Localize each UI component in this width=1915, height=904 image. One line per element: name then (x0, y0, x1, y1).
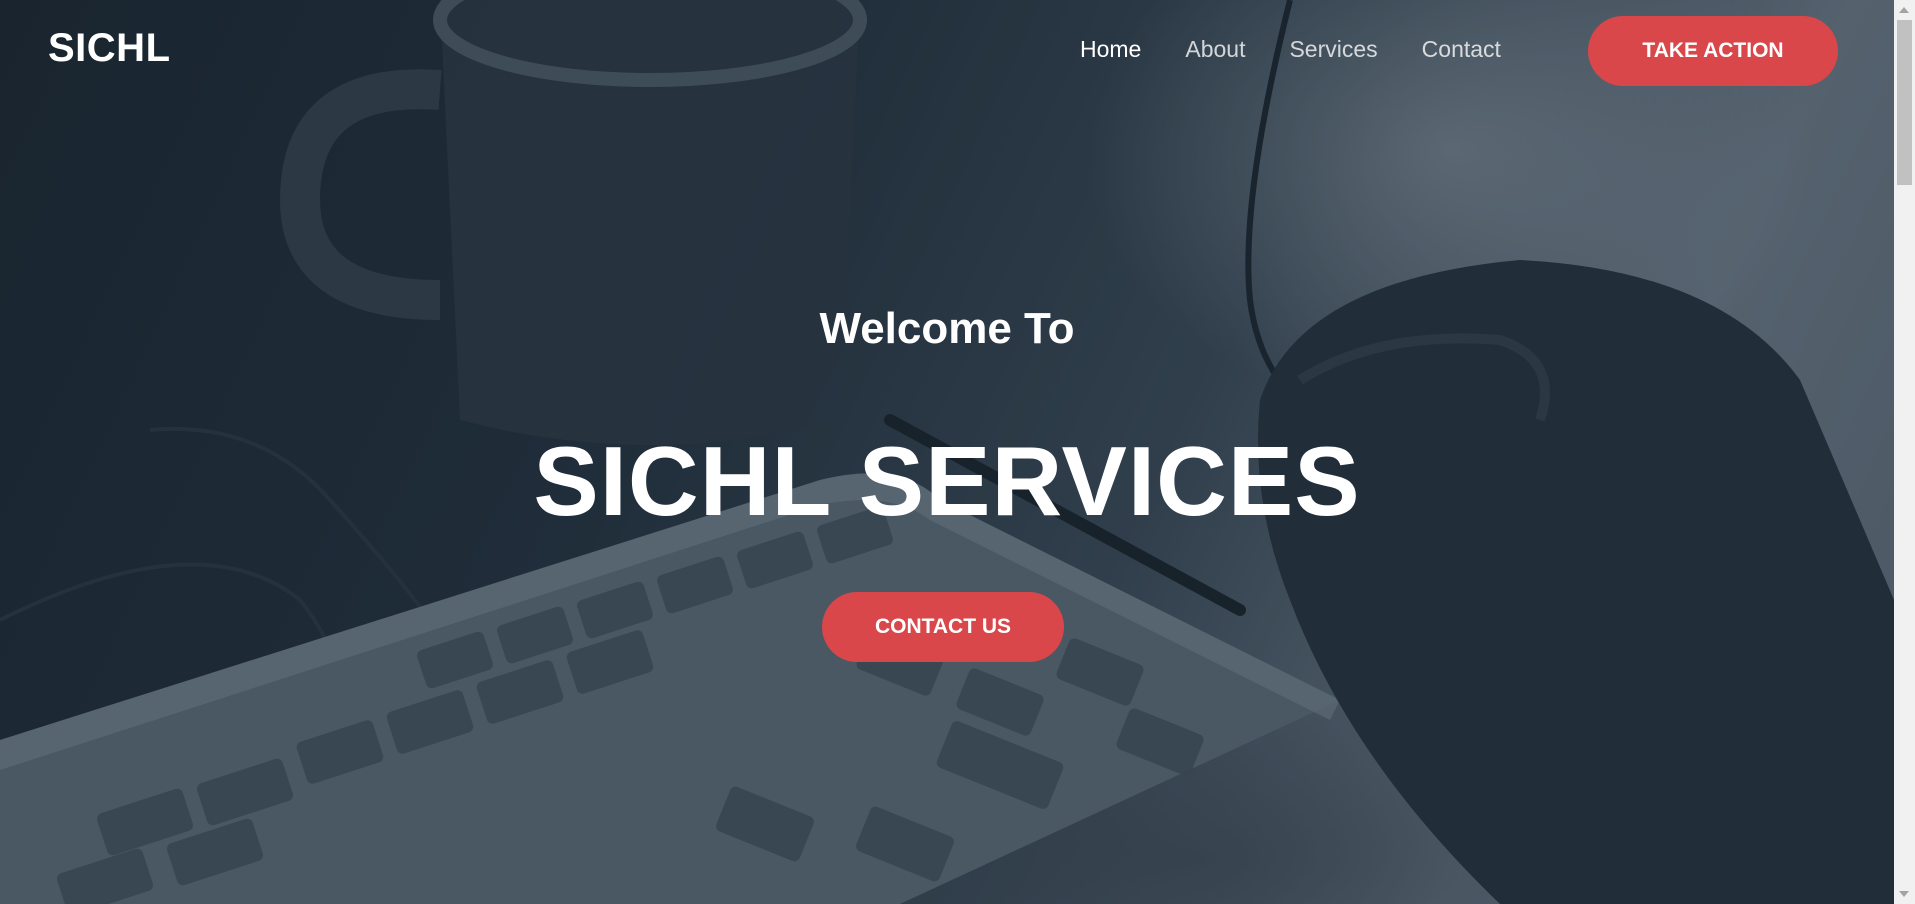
scroll-thumb[interactable] (1897, 20, 1912, 185)
page: SICHL Home About Services Contact TAKE A… (0, 0, 1915, 904)
brand-logo[interactable]: SICHL (48, 26, 171, 71)
nav-services[interactable]: Services (1289, 36, 1377, 63)
hero-welcome-text: Welcome To (819, 304, 1075, 353)
take-action-button[interactable]: TAKE ACTION (1588, 16, 1838, 86)
scroll-up-icon[interactable] (1899, 7, 1909, 13)
contact-us-button[interactable]: CONTACT US (822, 592, 1064, 662)
scroll-down-icon[interactable] (1899, 891, 1909, 897)
hero-headline: SICHL SERVICES (533, 426, 1361, 536)
nav-about[interactable]: About (1185, 36, 1245, 63)
nav-home[interactable]: Home (1080, 36, 1141, 63)
vertical-scrollbar[interactable] (1894, 0, 1915, 904)
main-nav: Home About Services Contact (1080, 36, 1501, 63)
nav-contact[interactable]: Contact (1422, 36, 1501, 63)
